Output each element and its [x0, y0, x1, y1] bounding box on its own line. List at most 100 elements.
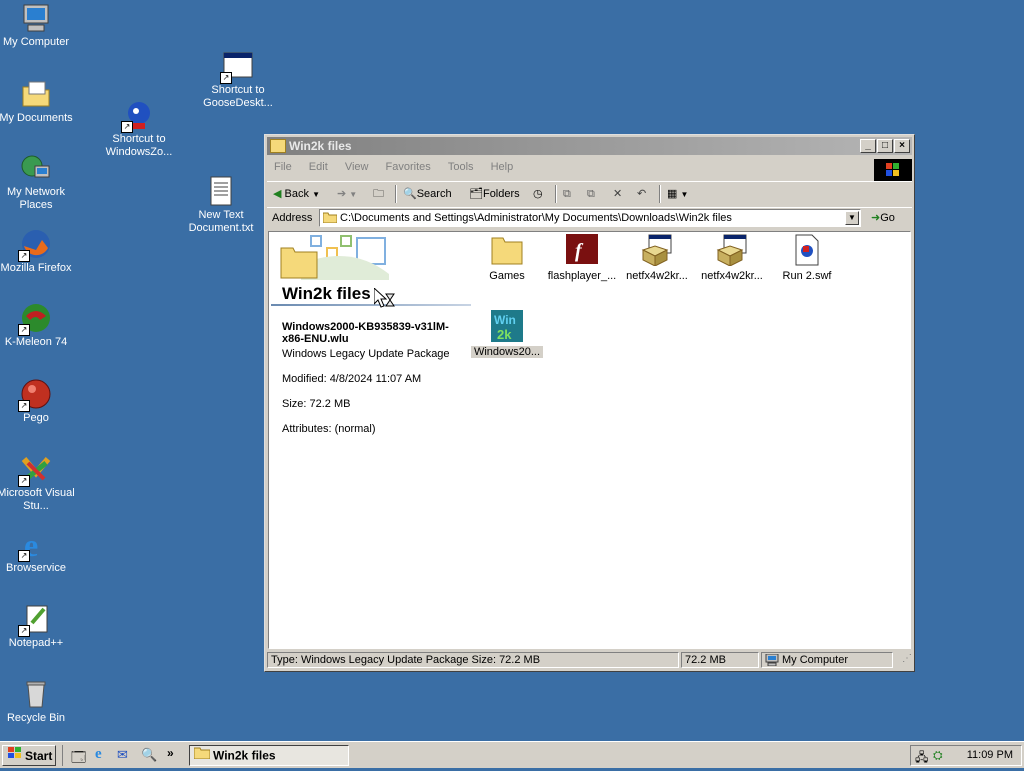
- explorer-window[interactable]: Win2k files _ □ × File Edit View Favorit…: [264, 134, 915, 672]
- windows-flag-icon: [7, 746, 23, 766]
- swf-file-icon: [791, 234, 823, 266]
- resize-grip-icon[interactable]: ⋰: [898, 653, 912, 667]
- system-tray: 🖧 ⛭ 11:09 PM: [910, 745, 1022, 766]
- network-tray-icon[interactable]: 🖧: [915, 748, 928, 769]
- desktop-icon-new-text-document[interactable]: New Text Document.txt: [181, 175, 261, 235]
- close-button[interactable]: ×: [894, 139, 910, 153]
- safely-remove-tray-icon[interactable]: ⛭: [933, 748, 943, 763]
- file-item-netfx4w2kr-1[interactable]: netfx4w2kr...: [617, 234, 697, 282]
- title-bar[interactable]: Win2k files _ □ ×: [267, 137, 912, 155]
- info-modified: Modified: 4/8/2024 11:07 AM: [282, 373, 422, 385]
- desktop-icon-label: Notepad++: [8, 637, 64, 649]
- text-document-icon: [205, 175, 237, 207]
- standard-toolbar: ◀ Back ▼ ➔ ▼ 🗀 🔍Search 🗂Folders ◷ ⧉ ⧉ ✕ …: [267, 181, 912, 206]
- desktop-icon-my-documents[interactable]: My Documents: [0, 78, 76, 125]
- back-button[interactable]: ◀ Back ▼: [273, 185, 320, 203]
- toolbar-separator: [659, 185, 661, 203]
- desktop-icon-label: Pego: [23, 412, 49, 424]
- shortcut-arrow-icon: ↗: [18, 400, 30, 412]
- toolbar-separator: [555, 185, 557, 203]
- file-item-netfx4w2kr-2[interactable]: netfx4w2kr...: [692, 234, 772, 282]
- go-arrow-icon: ➜: [871, 212, 881, 224]
- forward-button[interactable]: ➔ ▼: [337, 185, 357, 203]
- start-button[interactable]: Start: [2, 745, 56, 766]
- desktop-icon-visual-studio[interactable]: ↗ Microsoft Visual Stu...: [0, 453, 76, 513]
- clock[interactable]: 11:09 PM: [967, 749, 1013, 761]
- info-file-type: Windows Legacy Update Package: [282, 348, 450, 360]
- installer-package-icon: [716, 234, 748, 267]
- internet-explorer-icon: e ↗: [18, 527, 52, 563]
- menu-edit[interactable]: Edit: [302, 157, 335, 177]
- file-item-games[interactable]: Games: [467, 234, 547, 282]
- desktop-icon-label: Browservice: [6, 562, 66, 574]
- outlook-express-icon[interactable]: ✉: [117, 747, 128, 763]
- folder-icon: [491, 234, 523, 266]
- shortcut-arrow-icon: ↗: [18, 625, 30, 637]
- address-input[interactable]: C:\Documents and Settings\Administrator\…: [319, 209, 861, 227]
- undo-button[interactable]: ↶: [637, 185, 646, 203]
- chevron-right-icon[interactable]: »: [167, 746, 174, 760]
- up-folder-button[interactable]: 🗀: [373, 185, 384, 203]
- views-button[interactable]: ▦ ▼: [667, 185, 688, 203]
- folders-button[interactable]: 🗂Folders: [469, 185, 520, 203]
- move-to-button[interactable]: ⧉: [563, 185, 571, 203]
- desktop-icon-label: K-Meleon 74: [4, 336, 68, 348]
- desktop-icon-network-places[interactable]: My Network Places: [0, 152, 76, 212]
- address-dropdown-button[interactable]: ▼: [845, 211, 859, 225]
- desktop-icon-label: Shortcut to WindowsZo...: [105, 133, 173, 158]
- window-title: Win2k files: [289, 139, 352, 153]
- file-view[interactable]: Win2k files Windows2000-KB935839-v31lM-x…: [268, 231, 911, 649]
- desktop-icon-shortcut-windowszo[interactable]: ↗ Shortcut to WindowsZo...: [99, 99, 179, 159]
- desktop-icon-pego[interactable]: ↗ Pego: [0, 378, 76, 425]
- show-desktop-icon[interactable]: 🗔: [71, 747, 86, 771]
- taskbar: Start 🗔 e ✉ 🔍 » Win2k files 🖧 ⛭ 11:09 PM: [0, 741, 1024, 768]
- svg-text:2k: 2k: [497, 327, 512, 342]
- desktop-icon-browservice[interactable]: e ↗ Browservice: [0, 527, 76, 575]
- search-icon: 🔍: [403, 188, 417, 200]
- shortcut-arrow-icon: ↗: [18, 324, 30, 336]
- search-button[interactable]: 🔍Search: [403, 185, 452, 203]
- sonic-icon: ↗: [121, 99, 155, 133]
- notepad-plus-icon: ↗: [18, 603, 52, 637]
- go-button[interactable]: ➜Go: [871, 209, 895, 227]
- installer-package-icon: [641, 234, 673, 267]
- firefox-icon: ↗: [18, 228, 52, 262]
- taskbar-item-win2k-files[interactable]: Win2k files: [189, 745, 349, 766]
- file-item-flashplayer[interactable]: f flashplayer_...: [542, 234, 622, 282]
- menu-favorites[interactable]: Favorites: [379, 157, 438, 177]
- minimize-button[interactable]: _: [860, 139, 876, 153]
- folder-icon: [193, 746, 211, 765]
- address-value: C:\Documents and Settings\Administrator\…: [340, 212, 732, 224]
- shortcut-arrow-icon: ↗: [18, 550, 30, 562]
- desktop-icon-recycle-bin[interactable]: Recycle Bin: [0, 678, 76, 725]
- file-item-run-2-swf[interactable]: Run 2.swf: [767, 234, 847, 282]
- computer-icon: [20, 2, 52, 34]
- desktop-icon-label: Recycle Bin: [6, 712, 66, 724]
- desktop-icon-shortcut-goosedesktop[interactable]: ↗ Shortcut to GooseDeskt...: [198, 50, 278, 110]
- search-icon[interactable]: 🔍: [141, 747, 157, 763]
- menu-help[interactable]: Help: [484, 157, 521, 177]
- menu-bar: File Edit View Favorites Tools Help: [267, 157, 912, 179]
- history-button[interactable]: ◷: [533, 185, 543, 203]
- menu-tools[interactable]: Tools: [441, 157, 481, 177]
- file-item-windows2000-wlu[interactable]: Win 2k Windows20...: [467, 310, 547, 358]
- desktop-icon-my-computer[interactable]: My Computer: [0, 2, 76, 49]
- shortcut-arrow-icon: ↗: [18, 475, 30, 487]
- copy-to-button[interactable]: ⧉: [587, 185, 595, 203]
- visual-studio-icon: ↗: [18, 453, 52, 487]
- menu-view[interactable]: View: [338, 157, 376, 177]
- info-file-name: Windows2000-KB935839-v31lM-x86-ENU.wlu: [282, 321, 449, 345]
- menu-file[interactable]: File: [267, 157, 299, 177]
- dropdown-arrow-icon: ▼: [312, 190, 320, 199]
- back-arrow-icon: ◀: [273, 188, 282, 200]
- address-label: Address: [272, 212, 313, 224]
- shortcut-arrow-icon: ↗: [121, 121, 133, 133]
- desktop-icon-k-meleon[interactable]: ↗ K-Meleon 74: [0, 302, 76, 349]
- info-divider: [271, 304, 471, 306]
- file-label: Run 2.swf: [782, 270, 832, 282]
- desktop-icon-notepad-plus[interactable]: ↗ Notepad++: [0, 603, 76, 650]
- desktop-icon-firefox[interactable]: ↗ Mozilla Firefox: [0, 228, 76, 275]
- delete-button[interactable]: ✕: [613, 185, 622, 203]
- internet-explorer-icon[interactable]: e: [95, 746, 102, 763]
- maximize-button[interactable]: □: [877, 139, 893, 153]
